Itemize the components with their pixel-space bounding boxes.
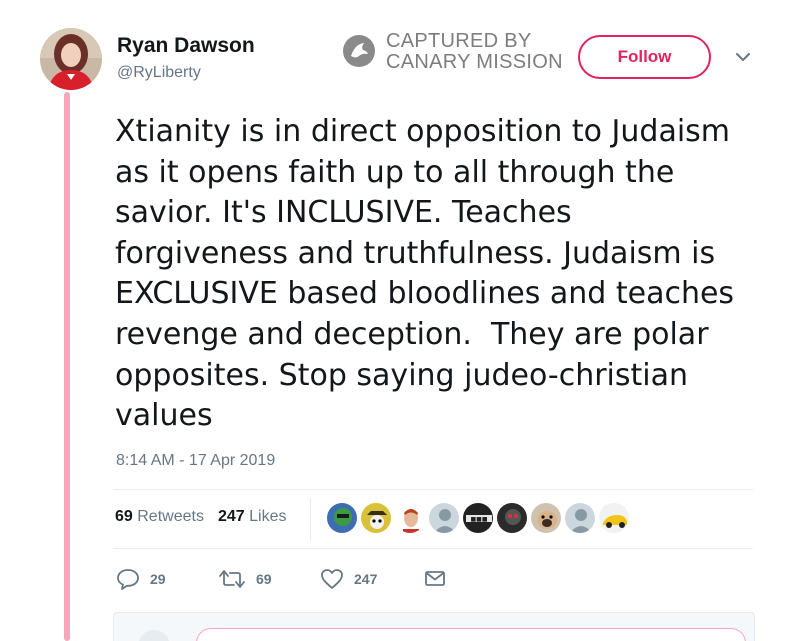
liker-avatars: ■■■ [326,502,632,534]
reply-icon [117,569,139,590]
retweet-icon [219,570,245,588]
divider-top [113,489,753,490]
watermark-line-2: CANARY MISSION [386,51,563,73]
retweet-count: 69 [256,571,272,587]
thread-line [64,92,70,641]
reply-count: 29 [150,571,166,587]
liker-avatar[interactable] [598,502,630,534]
reply-button[interactable]: 29 [116,568,166,590]
likes-label: Likes [249,508,287,525]
liker-avatar[interactable] [326,502,358,534]
tweet-timestamp[interactable]: 8:14 AM - 17 Apr 2019 [116,452,275,470]
retweet-button[interactable]: 69 [218,568,272,590]
liker-avatar[interactable]: ■■■ [462,502,494,534]
watermark-line-1: CAPTURED BY [386,30,532,52]
divider-bottom [113,548,753,549]
liker-avatar[interactable] [394,502,426,534]
retweets-label: Retweets [137,508,204,525]
liker-avatar[interactable] [428,502,460,534]
retweets-stat[interactable]: 69 Retweets [115,508,204,526]
liker-avatar[interactable] [564,502,596,534]
reply-input[interactable] [196,628,746,641]
tweet-stats: 69 Retweets 247 Likes [115,508,286,526]
like-button[interactable]: 247 [320,568,377,590]
stats-separator [310,498,311,540]
liker-avatar[interactable] [360,502,392,534]
retweets-count: 69 [115,508,133,525]
watermark: CAPTURED BY CANARY MISSION [342,30,577,74]
tweet-text: Xtianity is in direct opposition to Juda… [115,114,735,434]
author-handle[interactable]: @RyLiberty [117,64,201,82]
author-display-name[interactable]: Ryan Dawson [117,34,255,58]
likes-stat[interactable]: 247 Likes [218,508,287,526]
author-avatar[interactable] [40,28,102,90]
canary-logo-icon [343,35,375,67]
follow-button[interactable]: Follow [578,35,711,79]
liker-avatar[interactable] [530,502,562,534]
like-count: 247 [354,571,378,587]
chevron-down-icon[interactable] [734,50,752,64]
heart-icon [321,569,343,589]
liker-avatar[interactable] [496,502,528,534]
envelope-icon [425,571,445,586]
svg-text:■■■: ■■■ [470,516,487,523]
tweet-actions: 29 69 247 [116,568,476,592]
direct-message-button[interactable] [424,568,446,588]
likes-count: 247 [217,508,245,525]
